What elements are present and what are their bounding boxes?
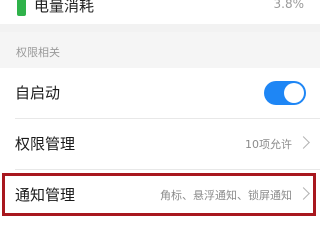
notification-manage-label: 通知管理 bbox=[15, 186, 76, 204]
autostart-label: 自启动 bbox=[15, 84, 61, 102]
bottom-area bbox=[0, 216, 320, 240]
app-settings-screen: 电量消耗 3.8% 权限相关 自启动 权限管理 10项允许 通知管理 角标、悬浮… bbox=[0, 0, 320, 240]
chevron-right-icon bbox=[297, 136, 310, 149]
notification-manage-row[interactable]: 通知管理 角标、悬浮通知、锁屏通知 bbox=[0, 170, 320, 220]
section-gap bbox=[0, 24, 320, 32]
battery-usage-value: 3.8% bbox=[273, 0, 305, 11]
permission-manage-label: 权限管理 bbox=[15, 135, 76, 153]
autostart-row[interactable]: 自启动 bbox=[0, 68, 320, 118]
battery-usage-label: 电量消耗 bbox=[34, 0, 95, 15]
permission-manage-value: 10项允许 bbox=[245, 138, 292, 151]
toggle-knob bbox=[284, 83, 304, 103]
permissions-section-title: 权限相关 bbox=[16, 46, 60, 59]
battery-icon bbox=[17, 0, 26, 16]
permission-manage-row[interactable]: 权限管理 10项允许 bbox=[0, 119, 320, 169]
autostart-toggle[interactable] bbox=[264, 81, 306, 105]
battery-usage-row[interactable]: 电量消耗 3.8% bbox=[0, 0, 320, 24]
notification-manage-value: 角标、悬浮通知、锁屏通知 bbox=[160, 189, 292, 202]
chevron-right-icon bbox=[297, 187, 310, 200]
permissions-section-header: 权限相关 bbox=[0, 32, 320, 68]
